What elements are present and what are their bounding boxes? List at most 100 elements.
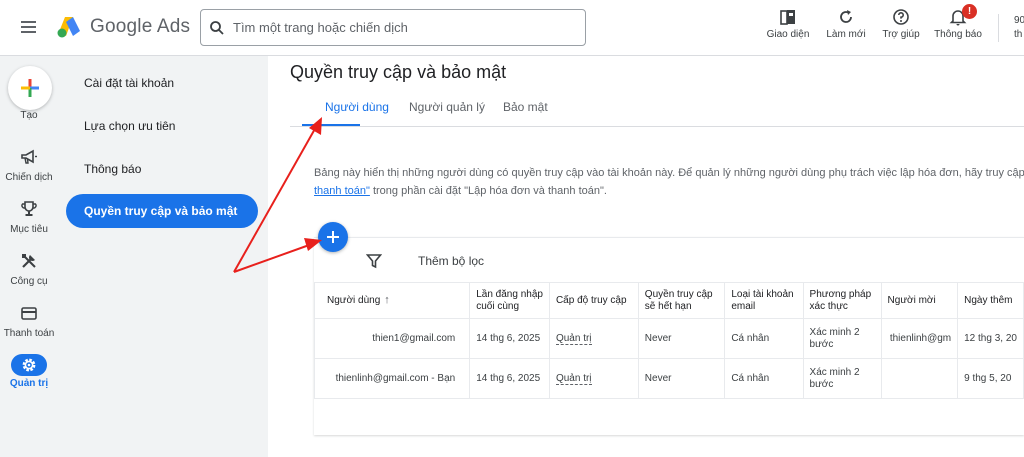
cell-last-login: 14 thg 6, 2025 bbox=[469, 318, 550, 359]
table-row[interactable]: thienlinh@gmail.com - Bạn 14 thg 6, 2025… bbox=[314, 358, 1024, 399]
description-part2: trong phần cài đặt "Lập hóa đơn và thanh… bbox=[369, 185, 607, 197]
plus-icon bbox=[327, 231, 339, 243]
notifications-button[interactable]: ! Thông báo bbox=[926, 4, 990, 50]
subnav-item-account-settings[interactable]: Cài đặt tài khoản bbox=[66, 66, 258, 100]
col-header-email-type[interactable]: Loại tài khoản email bbox=[724, 282, 804, 319]
rail-item-billing[interactable]: Thanh toán bbox=[0, 304, 58, 348]
secondary-nav: Cài đặt tài khoản Lựa chọn ưu tiên Thông… bbox=[58, 56, 268, 457]
access-level-link[interactable]: Quản trị bbox=[555, 332, 592, 345]
plus-multicolor-icon bbox=[21, 79, 39, 97]
appearance-icon bbox=[780, 10, 795, 25]
cell-inviter bbox=[880, 358, 959, 399]
auth-method-l2: bước bbox=[809, 338, 834, 350]
cell-expires: Never bbox=[637, 358, 726, 399]
search-box[interactable] bbox=[200, 9, 586, 46]
cell-auth-method: Xác minh 2 bước bbox=[802, 358, 882, 399]
cell-date-added: 9 thg 5, 20 bbox=[957, 358, 1024, 399]
rail-item-campaigns[interactable]: Chiến dịch bbox=[0, 148, 58, 192]
help-label: Trợ giúp bbox=[882, 29, 920, 40]
col-header-expires[interactable]: Quyền truy cập sẽ hết hạn bbox=[637, 282, 726, 319]
subnav-item-preferences[interactable]: Lựa chọn ưu tiên bbox=[66, 109, 258, 143]
col-header-access-level[interactable]: Cấp độ truy cập bbox=[548, 282, 639, 319]
gear-icon bbox=[22, 358, 36, 372]
search-icon bbox=[210, 20, 224, 35]
google-ads-logo-icon bbox=[57, 17, 80, 38]
table-header-row: Người dùng ↑ Lần đăng nhập cuối cùng Cấp đ… bbox=[314, 282, 1024, 319]
add-filter-button[interactable]: Thêm bộ lọc bbox=[418, 254, 484, 268]
subnav-item-notifications[interactable]: Thông báo bbox=[66, 152, 258, 186]
col-header-auth-method[interactable]: Phương pháp xác thực bbox=[802, 282, 882, 319]
cell-email-type: Cá nhân bbox=[724, 358, 804, 399]
col-header-expires-l1: Quyền truy cập bbox=[644, 288, 713, 300]
rail-item-admin[interactable]: Quản trị bbox=[0, 354, 58, 398]
rail-label-tools: Công cụ bbox=[10, 276, 48, 287]
tab-security[interactable]: Bảo mật bbox=[503, 96, 548, 128]
users-table: Người dùng ↑ Lần đăng nhập cuối cùng Cấp đ… bbox=[314, 282, 1024, 399]
billing-link[interactable]: thanh toán" bbox=[314, 185, 370, 197]
header-divider bbox=[998, 14, 999, 42]
table-row[interactable]: thien1@gmail.com 14 thg 6, 2025 Quản trị… bbox=[314, 318, 1024, 359]
col-header-last-login-l2: cuối cùng bbox=[476, 300, 520, 312]
cell-expires: Never bbox=[637, 318, 726, 359]
tabs-divider bbox=[290, 126, 1024, 127]
auth-method-l1: Xác minh 2 bbox=[809, 366, 860, 378]
rail-item-goals[interactable]: Mục tiêu bbox=[0, 200, 58, 244]
col-header-inviter[interactable]: Người mời bbox=[880, 282, 959, 319]
col-header-access-level-label: Cấp độ truy cập bbox=[555, 294, 627, 306]
col-header-date-added[interactable]: Ngày thêm bbox=[957, 282, 1024, 319]
cell-date-added: 12 thg 3, 20 bbox=[957, 318, 1024, 359]
campaign-icon bbox=[21, 149, 37, 164]
subnav-item-access-security[interactable]: Quyền truy cập và bảo mật bbox=[66, 194, 258, 228]
rail-label-billing: Thanh toán bbox=[3, 328, 55, 339]
col-header-date-added-label: Ngày thêm bbox=[964, 294, 1013, 306]
menu-icon[interactable] bbox=[18, 16, 40, 38]
tab-managers[interactable]: Người quản lý bbox=[409, 96, 485, 128]
col-header-auth-method-l1: Phương pháp bbox=[809, 288, 872, 300]
top-bar: Google Ads Giao diện Làm mới bbox=[0, 0, 1024, 56]
access-level-link[interactable]: Quản trị bbox=[555, 372, 592, 385]
cell-user: thienlinh@gmail.com - Bạn bbox=[314, 358, 471, 399]
cell-user: thien1@gmail.com bbox=[314, 318, 471, 359]
col-header-user[interactable]: Người dùng ↑ bbox=[314, 282, 471, 319]
description-text: Bảng này hiển thị những người dùng có qu… bbox=[314, 164, 1024, 200]
appearance-button[interactable]: Giao diện bbox=[756, 8, 820, 50]
page-title: Quyền truy cập và bảo mật bbox=[290, 62, 507, 82]
tools-icon bbox=[22, 254, 36, 268]
brand-name: Google Ads bbox=[90, 16, 191, 37]
account-info[interactable]: 905 th bbox=[1014, 14, 1024, 42]
col-header-email-type-l2: email bbox=[731, 300, 756, 312]
cell-inviter: thienlinh@gm bbox=[880, 318, 959, 359]
sort-ascending-icon[interactable]: ↑ bbox=[384, 294, 390, 306]
create-button[interactable] bbox=[8, 66, 52, 110]
search-input[interactable] bbox=[233, 20, 563, 35]
notification-badge: ! bbox=[962, 4, 977, 19]
account-name: th bbox=[1014, 29, 1023, 40]
cell-auth-method: Xác minh 2 bước bbox=[802, 318, 882, 359]
rail-label-campaigns: Chiến dịch bbox=[5, 172, 53, 183]
help-icon bbox=[893, 9, 909, 25]
appearance-label: Giao diện bbox=[766, 29, 810, 40]
col-header-user-label: Người dùng bbox=[327, 295, 381, 306]
app-root: Google Ads Giao diện Làm mới bbox=[0, 0, 1024, 457]
rail-label-admin: Quản trị bbox=[9, 378, 49, 389]
create-label: Tạo bbox=[20, 110, 38, 121]
left-rail: Tạo Chiến dịch Mục tiêu Công cụ Thanh to… bbox=[0, 56, 58, 457]
filter-icon[interactable] bbox=[366, 253, 382, 269]
cell-access-level: Quản trị bbox=[548, 318, 639, 359]
description-part1: Bảng này hiển thị những người dùng có qu… bbox=[314, 167, 1024, 179]
auth-method-l1: Xác minh 2 bbox=[809, 326, 860, 338]
notifications-label: Thông báo bbox=[934, 29, 982, 40]
col-header-inviter-label: Người mời bbox=[887, 294, 936, 306]
col-header-last-login[interactable]: Lần đăng nhập cuối cùng bbox=[469, 282, 550, 319]
users-table-card: Thêm bộ lọc Người dùng ↑ Lần đăng nhập cuố… bbox=[314, 237, 1024, 435]
account-id: 905 bbox=[1014, 15, 1024, 26]
help-button[interactable]: Trợ giúp bbox=[869, 8, 933, 50]
col-header-auth-method-l2: xác thực bbox=[809, 300, 848, 312]
rail-item-tools[interactable]: Công cụ bbox=[0, 252, 58, 296]
auth-method-l2: bước bbox=[809, 378, 834, 390]
col-header-email-type-l1: Loại tài khoản bbox=[731, 288, 794, 300]
main-content: Quyền truy cập và bảo mật Người dùng Ngư… bbox=[268, 56, 1024, 457]
add-user-button[interactable] bbox=[318, 222, 348, 252]
refresh-icon bbox=[840, 10, 852, 23]
billing-icon bbox=[21, 307, 37, 320]
